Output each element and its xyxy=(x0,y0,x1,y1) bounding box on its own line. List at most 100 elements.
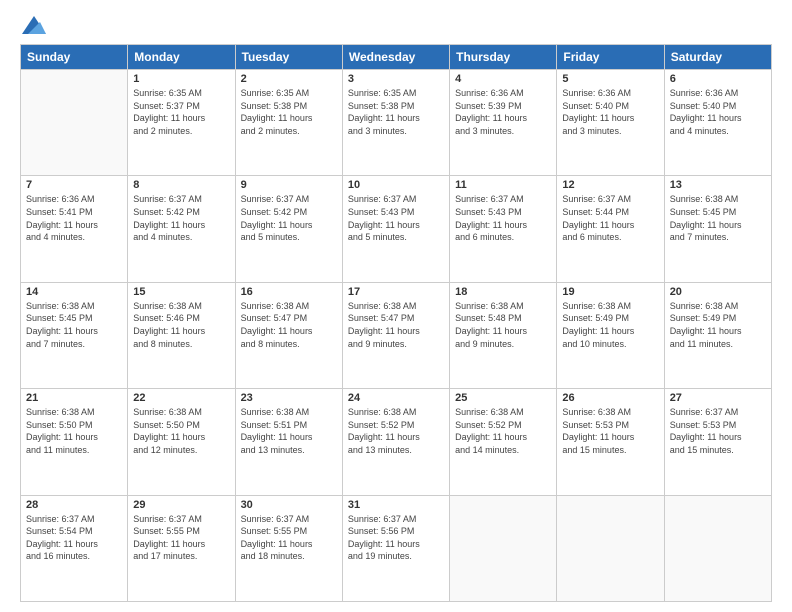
calendar-cell xyxy=(450,495,557,601)
day-number: 22 xyxy=(133,392,229,404)
page: SundayMondayTuesdayWednesdayThursdayFrid… xyxy=(0,0,792,612)
calendar-cell: 15 Sunrise: 6:38 AMSunset: 5:46 PMDayligh… xyxy=(128,282,235,388)
day-info: Sunrise: 6:35 AMSunset: 5:38 PMDaylight:… xyxy=(348,87,444,137)
day-number: 7 xyxy=(26,179,122,191)
calendar-week-4: 28 Sunrise: 6:37 AMSunset: 5:54 PMDayligh… xyxy=(21,495,772,601)
calendar-week-2: 14 Sunrise: 6:38 AMSunset: 5:45 PMDayligh… xyxy=(21,282,772,388)
calendar-cell: 5 Sunrise: 6:36 AMSunset: 5:40 PMDaylight… xyxy=(557,70,664,176)
calendar-cell: 1Sunrise: 6:35 AMSunset: 5:37 PMDaylight… xyxy=(128,70,235,176)
day-info: Sunrise: 6:37 AMSunset: 5:42 PMDaylight:… xyxy=(133,193,229,243)
day-info: Sunrise: 6:36 AMSunset: 5:39 PMDaylight:… xyxy=(455,87,551,137)
calendar: SundayMondayTuesdayWednesdayThursdayFrid… xyxy=(20,44,772,602)
calendar-cell: 6 Sunrise: 6:36 AMSunset: 5:40 PMDaylight… xyxy=(664,70,771,176)
day-number: 25 xyxy=(455,392,551,404)
day-number: 19 xyxy=(562,286,658,298)
day-info: Sunrise: 6:37 AMSunset: 5:44 PMDaylight:… xyxy=(562,193,658,243)
calendar-cell: 24 Sunrise: 6:38 AMSunset: 5:52 PMDayligh… xyxy=(342,389,449,495)
header xyxy=(20,16,772,34)
calendar-cell: 25Sunrise: 6:38 AMSunset: 5:52 PMDayligh… xyxy=(450,389,557,495)
calendar-cell: 21 Sunrise: 6:38 AMSunset: 5:50 PMDayligh… xyxy=(21,389,128,495)
day-number: 11 xyxy=(455,179,551,191)
day-number: 24 xyxy=(348,392,444,404)
calendar-cell: 10Sunrise: 6:37 AMSunset: 5:43 PMDayligh… xyxy=(342,176,449,282)
day-number: 15 xyxy=(133,286,229,298)
day-number: 13 xyxy=(670,179,766,191)
day-number: 26 xyxy=(562,392,658,404)
day-info: Sunrise: 6:37 AMSunset: 5:56 PMDaylight:… xyxy=(348,513,444,563)
calendar-cell: 13 Sunrise: 6:38 AMSunset: 5:45 PMDayligh… xyxy=(664,176,771,282)
day-info: Sunrise: 6:37 AMSunset: 5:43 PMDaylight:… xyxy=(455,193,551,243)
day-info: Sunrise: 6:38 AMSunset: 5:45 PMDaylight:… xyxy=(670,193,766,243)
calendar-cell: 7 Sunrise: 6:36 AMSunset: 5:41 PMDaylight… xyxy=(21,176,128,282)
calendar-header-row: SundayMondayTuesdayWednesdayThursdayFrid… xyxy=(21,45,772,70)
day-header-saturday: Saturday xyxy=(664,45,771,70)
day-number: 6 xyxy=(670,73,766,85)
calendar-cell: 18 Sunrise: 6:38 AMSunset: 5:48 PMDayligh… xyxy=(450,282,557,388)
calendar-cell xyxy=(664,495,771,601)
day-number: 14 xyxy=(26,286,122,298)
day-number: 27 xyxy=(670,392,766,404)
day-number: 3 xyxy=(348,73,444,85)
calendar-cell: 9 Sunrise: 6:37 AMSunset: 5:42 PMDaylight… xyxy=(235,176,342,282)
calendar-cell: 14 Sunrise: 6:38 AMSunset: 5:45 PMDayligh… xyxy=(21,282,128,388)
calendar-cell: 23 Sunrise: 6:38 AMSunset: 5:51 PMDayligh… xyxy=(235,389,342,495)
calendar-cell: 4 Sunrise: 6:36 AMSunset: 5:39 PMDaylight… xyxy=(450,70,557,176)
day-number: 2 xyxy=(241,73,337,85)
logo-icon xyxy=(22,16,46,34)
day-header-wednesday: Wednesday xyxy=(342,45,449,70)
day-number: 16 xyxy=(241,286,337,298)
day-info: Sunrise: 6:38 AMSunset: 5:50 PMDaylight:… xyxy=(133,406,229,456)
calendar-cell: 20 Sunrise: 6:38 AMSunset: 5:49 PMDayligh… xyxy=(664,282,771,388)
calendar-cell: 16 Sunrise: 6:38 AMSunset: 5:47 PMDayligh… xyxy=(235,282,342,388)
calendar-cell: 17Sunrise: 6:38 AMSunset: 5:47 PMDayligh… xyxy=(342,282,449,388)
calendar-cell: 22 Sunrise: 6:38 AMSunset: 5:50 PMDayligh… xyxy=(128,389,235,495)
day-number: 20 xyxy=(670,286,766,298)
calendar-cell: 26 Sunrise: 6:38 AMSunset: 5:53 PMDayligh… xyxy=(557,389,664,495)
day-header-monday: Monday xyxy=(128,45,235,70)
calendar-cell: 11 Sunrise: 6:37 AMSunset: 5:43 PMDayligh… xyxy=(450,176,557,282)
calendar-cell: 31Sunrise: 6:37 AMSunset: 5:56 PMDayligh… xyxy=(342,495,449,601)
day-info: Sunrise: 6:38 AMSunset: 5:47 PMDaylight:… xyxy=(241,300,337,350)
day-info: Sunrise: 6:38 AMSunset: 5:50 PMDaylight:… xyxy=(26,406,122,456)
day-number: 21 xyxy=(26,392,122,404)
calendar-cell: 30 Sunrise: 6:37 AMSunset: 5:55 PMDayligh… xyxy=(235,495,342,601)
day-number: 9 xyxy=(241,179,337,191)
day-number: 29 xyxy=(133,499,229,511)
day-info: Sunrise: 6:37 AMSunset: 5:55 PMDaylight:… xyxy=(241,513,337,563)
day-info: Sunrise: 6:36 AMSunset: 5:41 PMDaylight:… xyxy=(26,193,122,243)
day-info: Sunrise: 6:37 AMSunset: 5:55 PMDaylight:… xyxy=(133,513,229,563)
calendar-week-3: 21 Sunrise: 6:38 AMSunset: 5:50 PMDayligh… xyxy=(21,389,772,495)
day-info: Sunrise: 6:38 AMSunset: 5:48 PMDaylight:… xyxy=(455,300,551,350)
day-number: 23 xyxy=(241,392,337,404)
day-header-thursday: Thursday xyxy=(450,45,557,70)
calendar-week-1: 7 Sunrise: 6:36 AMSunset: 5:41 PMDaylight… xyxy=(21,176,772,282)
calendar-cell: 3 Sunrise: 6:35 AMSunset: 5:38 PMDaylight… xyxy=(342,70,449,176)
calendar-cell: 27Sunrise: 6:37 AMSunset: 5:53 PMDayligh… xyxy=(664,389,771,495)
day-info: Sunrise: 6:38 AMSunset: 5:47 PMDaylight:… xyxy=(348,300,444,350)
day-header-friday: Friday xyxy=(557,45,664,70)
day-info: Sunrise: 6:38 AMSunset: 5:53 PMDaylight:… xyxy=(562,406,658,456)
calendar-cell xyxy=(21,70,128,176)
day-info: Sunrise: 6:38 AMSunset: 5:46 PMDaylight:… xyxy=(133,300,229,350)
day-number: 4 xyxy=(455,73,551,85)
day-info: Sunrise: 6:38 AMSunset: 5:45 PMDaylight:… xyxy=(26,300,122,350)
day-info: Sunrise: 6:38 AMSunset: 5:52 PMDaylight:… xyxy=(348,406,444,456)
day-number: 30 xyxy=(241,499,337,511)
day-info: Sunrise: 6:37 AMSunset: 5:42 PMDaylight:… xyxy=(241,193,337,243)
day-info: Sunrise: 6:35 AMSunset: 5:37 PMDaylight:… xyxy=(133,87,229,137)
calendar-cell: 12 Sunrise: 6:37 AMSunset: 5:44 PMDayligh… xyxy=(557,176,664,282)
day-info: Sunrise: 6:38 AMSunset: 5:49 PMDaylight:… xyxy=(670,300,766,350)
calendar-cell: 29 Sunrise: 6:37 AMSunset: 5:55 PMDayligh… xyxy=(128,495,235,601)
day-info: Sunrise: 6:36 AMSunset: 5:40 PMDaylight:… xyxy=(562,87,658,137)
calendar-cell: 2Sunrise: 6:35 AMSunset: 5:38 PMDaylight… xyxy=(235,70,342,176)
day-info: Sunrise: 6:37 AMSunset: 5:54 PMDaylight:… xyxy=(26,513,122,563)
day-number: 28 xyxy=(26,499,122,511)
day-info: Sunrise: 6:38 AMSunset: 5:51 PMDaylight:… xyxy=(241,406,337,456)
day-number: 12 xyxy=(562,179,658,191)
logo xyxy=(20,16,46,34)
day-number: 8 xyxy=(133,179,229,191)
day-number: 5 xyxy=(562,73,658,85)
day-info: Sunrise: 6:36 AMSunset: 5:40 PMDaylight:… xyxy=(670,87,766,137)
day-number: 10 xyxy=(348,179,444,191)
day-number: 18 xyxy=(455,286,551,298)
